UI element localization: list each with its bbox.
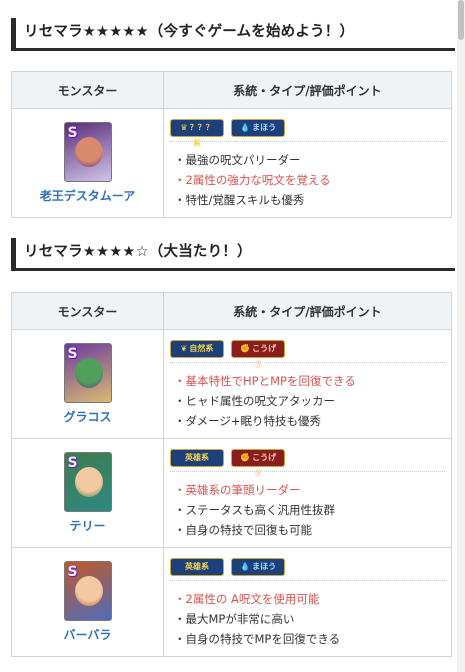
point-item: ステータスも高く汎用性抜群 <box>174 500 445 520</box>
scrollbar-thumb[interactable] <box>458 0 464 40</box>
monster-thumbnail[interactable]: S <box>63 343 112 403</box>
info-cell: 英雄系 💧まほう 2属性の A呪文を使用可能 最大MPが非常に高い 自身の特技で… <box>163 547 452 657</box>
evaluation-points: 2属性の A呪文を使用可能 最大MPが非常に高い 自身の特技でMPを回復できる <box>170 581 445 656</box>
monster-cell: S 老王デスタムーア <box>11 108 164 218</box>
monster-name-link[interactable]: テリー <box>12 517 163 534</box>
type-badges: ❦ 自然系 ✊ こうげき <box>170 330 445 369</box>
point-item: 自身の特技で回復も可能 <box>174 520 445 540</box>
table-row: S テリー 英雄系 ✊こうげき 英雄系の筆頭リーダー ステータスも高く汎用性抜群… <box>11 438 452 548</box>
monster-thumbnail[interactable]: S <box>63 122 112 182</box>
point-item: 特性/覚醒スキルも優秀 <box>174 190 445 210</box>
table-row: S グラコス ❦自然系 ✊こうげき 基本特性でHPとMPを回復できる ヒャド属性… <box>11 329 452 439</box>
point-item: 2属性の A呪文を使用可能 <box>174 589 445 609</box>
attack-icon: ✊ こうげき <box>231 340 286 369</box>
rank-badge: S <box>67 455 78 471</box>
rank-badge: S <box>67 346 78 362</box>
point-item: 最大MPが非常に高い <box>174 609 445 629</box>
monster-art <box>74 358 103 388</box>
point-item: 英雄系の筆頭リーダー <box>174 480 445 500</box>
info-cell: ❦自然系 ✊こうげき 基本特性でHPとMPを回復できる ヒャド属性の呪文アタッカ… <box>163 329 452 439</box>
evaluation-points: 基本特性でHPとMPを回復できる ヒャド属性の呪文アタッカー ダメージ+眠り特技… <box>170 363 445 438</box>
point-item: 基本特性でHPとMPを回復できる <box>174 371 445 391</box>
point-item: ダメージ+眠り特技も優秀 <box>174 411 445 431</box>
nature-icon: ❦ 自然系 <box>170 340 224 358</box>
ranking-table-4star: モンスター 系統・タイプ/評価ポイント S グラコス ❦自然系 ✊こうげき 基本… <box>11 292 452 657</box>
point-item: 2属性の強力な呪文を覚える <box>174 170 445 190</box>
type-badges: 英雄系 💧 まほう <box>170 548 445 581</box>
magic-drop-icon: 💧 まほう <box>231 558 286 576</box>
monster-cell: S テリー <box>11 438 164 548</box>
monster-name-link[interactable]: バーバラ <box>12 626 163 643</box>
monster-cell: S グラコス <box>11 329 164 439</box>
type-badges: ♛ ？？？系 💧 まほう <box>170 109 445 148</box>
table-row: S バーバラ 英雄系 💧まほう 2属性の A呪文を使用可能 最大MPが非常に高い… <box>11 547 452 657</box>
header-monster: モンスター <box>11 71 164 109</box>
monster-thumbnail[interactable]: S <box>63 561 112 621</box>
monster-cell: S バーバラ <box>11 547 164 657</box>
hero-icon: 英雄系 <box>170 449 224 467</box>
hero-icon: 英雄系 <box>170 558 224 576</box>
page-scrollbar[interactable] <box>457 0 465 672</box>
evaluation-points: 英雄系の筆頭リーダー ステータスも高く汎用性抜群 自身の特技で回復も可能 <box>170 472 445 547</box>
monster-thumbnail[interactable]: S <box>63 452 112 512</box>
point-item: 最強の呪文パリーダー <box>174 150 445 170</box>
monster-name-link[interactable]: グラコス <box>12 408 163 425</box>
monster-art <box>74 576 103 606</box>
point-item: 自身の特技でMPを回復できる <box>174 629 445 649</box>
table-header-row: モンスター 系統・タイプ/評価ポイント <box>11 71 452 109</box>
info-cell: ♛？？？系 💧まほう 最強の呪文パリーダー 2属性の強力な呪文を覚える 特性/覚… <box>163 108 452 218</box>
monster-art <box>74 467 103 497</box>
header-info: 系統・タイプ/評価ポイント <box>163 71 452 109</box>
info-cell: 英雄系 ✊こうげき 英雄系の筆頭リーダー ステータスも高く汎用性抜群 自身の特技… <box>163 438 452 548</box>
crown-icon: ♛ ？？？系 <box>170 119 224 148</box>
section-heading-5star: リセマラ★★★★★（今すぐゲームを始めよう！） <box>11 18 455 51</box>
magic-drop-icon: 💧 まほう <box>231 119 286 137</box>
header-info: 系統・タイプ/評価ポイント <box>163 292 452 330</box>
rank-badge: S <box>67 125 78 141</box>
monster-art <box>74 137 103 167</box>
rank-badge: S <box>67 564 78 580</box>
attack-icon: ✊ こうげき <box>231 449 286 478</box>
header-monster: モンスター <box>11 292 164 330</box>
monster-name-link[interactable]: 老王デスタムーア <box>12 187 163 204</box>
ranking-table-5star: モンスター 系統・タイプ/評価ポイント S 老王デスタムーア ♛ ？？？系 💧 まほ… <box>11 71 452 218</box>
type-badges: 英雄系 ✊ こうげき <box>170 439 445 478</box>
section-heading-4star: リセマラ★★★★☆（大当たり！） <box>11 238 455 271</box>
point-item: ヒャド属性の呪文アタッカー <box>174 391 445 411</box>
evaluation-points: 最強の呪文パリーダー 2属性の強力な呪文を覚える 特性/覚醒スキルも優秀 <box>170 142 445 217</box>
table-row: S 老王デスタムーア ♛？？？系 💧まほう 最強の呪文パリーダー 2属性の強力な… <box>11 108 452 218</box>
table-header-row: モンスター 系統・タイプ/評価ポイント <box>11 292 452 330</box>
